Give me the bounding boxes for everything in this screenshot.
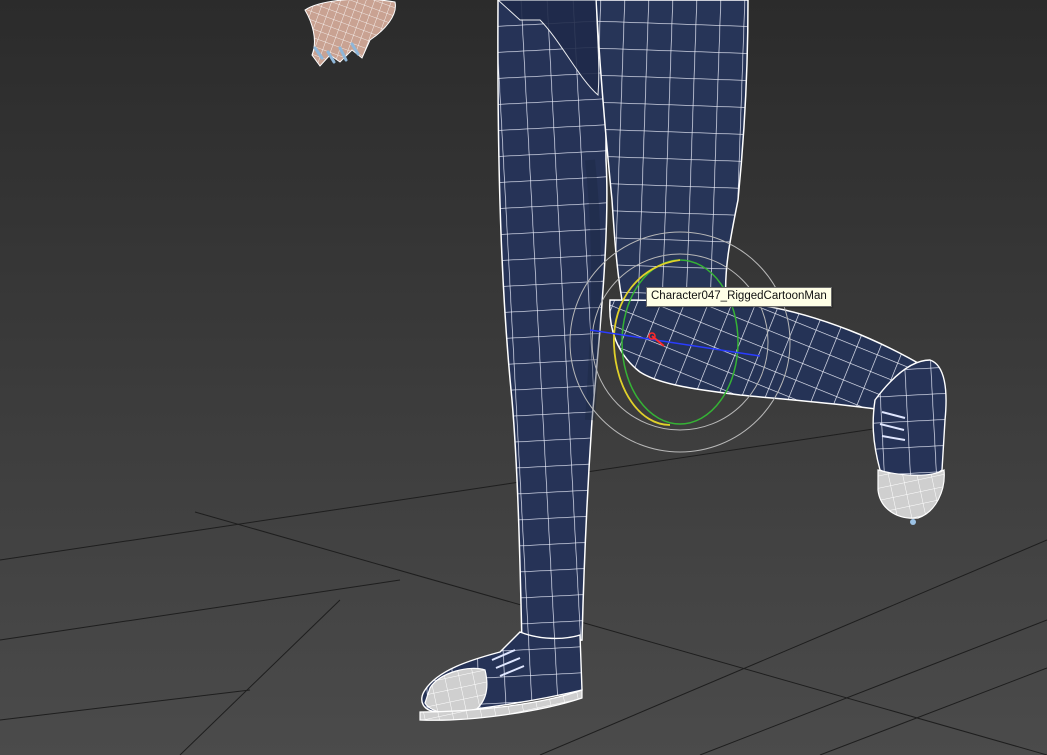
object-name-tooltip: Character047_RiggedCartoonMan [646, 287, 832, 307]
3d-viewport[interactable]: Character047_RiggedCartoonMan [0, 0, 1047, 755]
viewport-canvas[interactable] [0, 0, 1047, 755]
tooltip-label: Character047_RiggedCartoonMan [651, 290, 827, 302]
